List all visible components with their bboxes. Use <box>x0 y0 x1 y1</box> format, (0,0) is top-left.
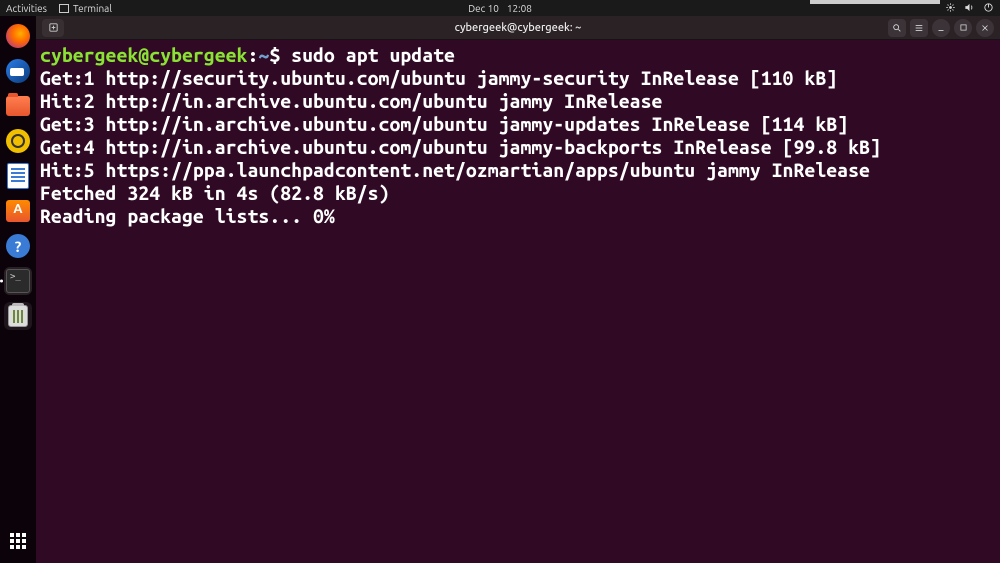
thunderbird-icon <box>6 59 30 83</box>
dock: ? <box>0 16 36 563</box>
software-icon <box>6 200 30 222</box>
dock-software[interactable] <box>4 197 32 225</box>
command-text: sudo apt update <box>291 44 455 66</box>
rhythmbox-icon <box>6 129 30 153</box>
dock-files[interactable] <box>4 92 32 120</box>
terminal-icon <box>59 4 69 13</box>
clock-time: 12:08 <box>507 3 532 14</box>
maximize-button[interactable] <box>954 19 972 37</box>
activities-button[interactable]: Activities <box>6 3 47 14</box>
window-header: cybergeek@cybergeek: ~ <box>36 16 1000 40</box>
output-line: Reading package lists... 0% <box>40 205 335 227</box>
help-icon: ? <box>6 234 30 258</box>
writer-icon <box>7 163 29 189</box>
power-icon[interactable] <box>983 2 994 15</box>
dock-rhythmbox[interactable] <box>4 127 32 155</box>
output-line: Hit:2 http://in.archive.ubuntu.com/ubunt… <box>40 90 662 112</box>
terminal-window: cybergeek@cybergeek: ~ cybergee <box>36 16 1000 563</box>
output-line: Hit:5 https://ppa.launchpadcontent.net/o… <box>40 159 870 181</box>
app-menu-label: Terminal <box>73 3 112 14</box>
prompt-sep: : <box>247 44 258 66</box>
volume-icon[interactable] <box>964 2 975 15</box>
clock[interactable]: Dec 10 12:08 <box>468 3 532 14</box>
prompt-path: ~ <box>258 44 269 66</box>
search-button[interactable] <box>888 19 906 37</box>
output-line: Get:1 http://security.ubuntu.com/ubuntu … <box>40 67 837 89</box>
output-line: Fetched 324 kB in 4s (82.8 kB/s) <box>40 182 389 204</box>
close-button[interactable] <box>976 19 994 37</box>
tray-gap <box>810 0 940 4</box>
window-title: cybergeek@cybergeek: ~ <box>455 22 582 34</box>
dock-help[interactable]: ? <box>4 232 32 260</box>
clock-date: Dec 10 <box>468 3 499 14</box>
output-line: Get:3 http://in.archive.ubuntu.com/ubunt… <box>40 113 848 135</box>
minimize-button[interactable] <box>932 19 950 37</box>
hamburger-menu[interactable] <box>910 19 928 37</box>
files-icon <box>6 96 30 116</box>
dock-firefox[interactable] <box>4 22 32 50</box>
output-line: Get:4 http://in.archive.ubuntu.com/ubunt… <box>40 136 881 158</box>
terminal-dock-icon <box>6 269 30 293</box>
dock-writer[interactable] <box>4 162 32 190</box>
dock-terminal[interactable] <box>4 267 32 295</box>
show-applications[interactable] <box>4 527 32 555</box>
app-menu[interactable]: Terminal <box>59 3 112 14</box>
trash-icon <box>8 305 28 327</box>
dock-thunderbird[interactable] <box>4 57 32 85</box>
prompt-user: cybergeek@cybergeek <box>40 44 247 66</box>
apps-grid-icon <box>10 533 26 549</box>
terminal-body[interactable]: cybergeek@cybergeek:~$ sudo apt update G… <box>36 40 1000 563</box>
new-tab-button[interactable] <box>42 19 64 37</box>
network-icon[interactable] <box>945 2 956 15</box>
prompt-dollar: $ <box>269 44 291 66</box>
firefox-icon <box>6 24 30 48</box>
dock-trash[interactable] <box>4 302 32 330</box>
